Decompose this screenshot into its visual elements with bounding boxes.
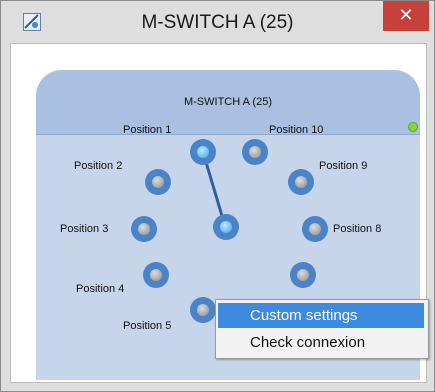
context-menu: Custom settings Check connexion <box>215 299 429 359</box>
position-knob-3[interactable] <box>131 216 157 242</box>
position-label-9: Position 9 <box>319 160 368 172</box>
position-label-8: Position 8 <box>333 223 382 235</box>
menu-item-check-connexion[interactable]: Check connexion <box>218 330 424 355</box>
position-knob-9[interactable] <box>288 169 314 195</box>
position-label-5: Position 5 <box>123 320 172 332</box>
position-knob-4[interactable] <box>143 262 169 288</box>
title-bar[interactable]: M-SWITCH A (25) ✕ <box>1 1 434 43</box>
position-label-10: Position 10 <box>269 124 324 136</box>
switch-pivot-knob <box>213 214 239 240</box>
close-icon: ✕ <box>398 5 414 25</box>
position-label-2: Position 2 <box>74 160 123 172</box>
position-knob-2[interactable] <box>145 169 171 195</box>
position-knob-7[interactable] <box>290 262 316 288</box>
position-knob-5[interactable] <box>190 297 216 323</box>
position-label-4: Position 4 <box>76 283 125 295</box>
window-title: M-SWITCH A (25) <box>141 12 294 33</box>
position-knob-10[interactable] <box>242 139 268 165</box>
close-button[interactable]: ✕ <box>383 1 429 31</box>
position-label-1: Position 1 <box>123 124 172 136</box>
window: M-SWITCH A (25) ✕ M-SWITCH A (25) Positi… <box>0 0 435 392</box>
position-knob-8[interactable] <box>302 216 328 242</box>
position-label-3: Position 3 <box>60 223 109 235</box>
menu-item-custom-settings[interactable]: Custom settings <box>218 303 424 328</box>
position-knob-1[interactable] <box>190 139 216 165</box>
